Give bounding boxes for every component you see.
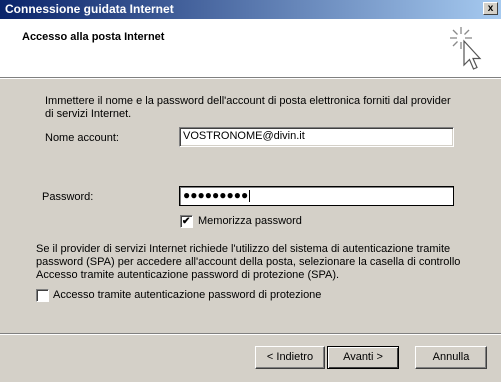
intro-text: Immettere il nome e la password dell'acc… (45, 95, 451, 120)
remember-password-label[interactable]: Memorizza password (198, 215, 302, 227)
password-label: Password: (42, 191, 94, 203)
text-caret (249, 190, 251, 203)
spa-checkbox[interactable] (36, 289, 49, 302)
remember-password-checkbox[interactable]: ✔ (180, 215, 193, 228)
next-button[interactable]: Avanti > (327, 346, 399, 369)
account-name-value: VOSTRONOME@divin.it (183, 130, 305, 142)
password-value: ●●●●●●●●● (183, 188, 249, 202)
spa-info-text: Se il provider di servizi Internet richi… (36, 243, 461, 281)
wizard-header: Accesso alla posta Internet (0, 19, 501, 78)
window-title: Connessione guidata Internet (5, 2, 174, 16)
account-label: Nome account: (45, 132, 119, 144)
close-icon: x (487, 3, 494, 14)
header-separator (0, 77, 501, 79)
password-input[interactable]: ●●●●●●●●● (179, 186, 454, 206)
checkmark-icon: ✔ (182, 216, 191, 227)
footer-separator (0, 333, 501, 335)
title-bar[interactable]: Connessione guidata Internet x (0, 0, 501, 19)
spa-label[interactable]: Accesso tramite autenticazione password … (53, 289, 321, 301)
close-button[interactable]: x (483, 2, 498, 15)
wizard-cursor-icon (450, 27, 482, 70)
cancel-button[interactable]: Annulla (415, 346, 487, 369)
account-name-input[interactable]: VOSTRONOME@divin.it (179, 127, 454, 147)
back-button[interactable]: < Indietro (255, 346, 325, 369)
page-title: Accesso alla posta Internet (22, 31, 165, 43)
